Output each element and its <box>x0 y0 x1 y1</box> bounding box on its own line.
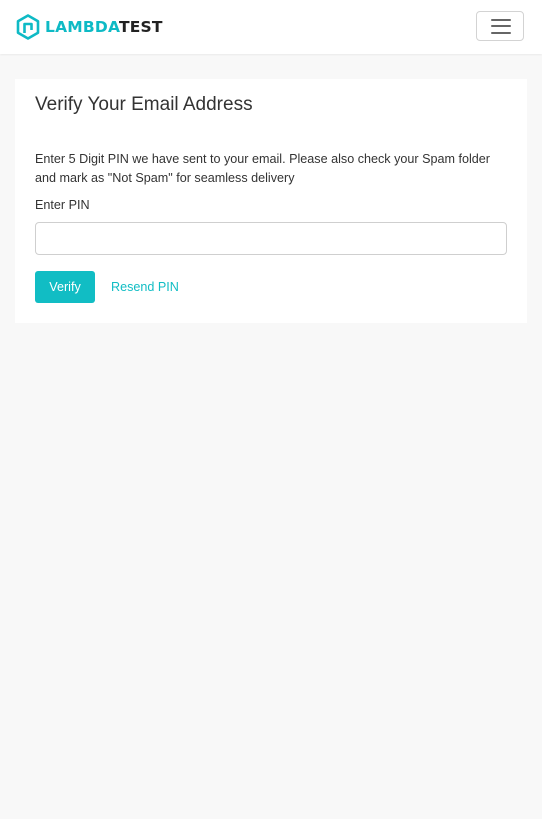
verify-button[interactable]: Verify <box>35 271 95 303</box>
top-navbar: LAMBDATEST <box>0 0 542 54</box>
verify-instructions: Enter 5 Digit PIN we have sent to your e… <box>35 152 490 185</box>
resend-pin-link[interactable]: Resend PIN <box>111 271 179 303</box>
hamburger-menu-icon <box>491 19 511 21</box>
hamburger-menu-icon-bar <box>491 25 511 27</box>
brand-name: LAMBDATEST <box>45 14 163 40</box>
pin-label: Enter PIN <box>35 198 90 212</box>
hamburger-menu-icon-bar <box>491 32 511 34</box>
page-title: Verify Your Email Address <box>35 94 253 115</box>
brand-name-part2: TEST <box>118 18 163 36</box>
lambdatest-logo-icon <box>16 14 40 40</box>
brand-logo-link[interactable]: LAMBDATEST <box>16 14 163 40</box>
hamburger-menu-button[interactable] <box>476 11 524 41</box>
pin-input[interactable] <box>35 222 507 255</box>
brand-name-part1: LAMBDA <box>45 18 119 36</box>
verify-email-card: Verify Your Email Address Enter 5 Digit … <box>15 79 527 323</box>
